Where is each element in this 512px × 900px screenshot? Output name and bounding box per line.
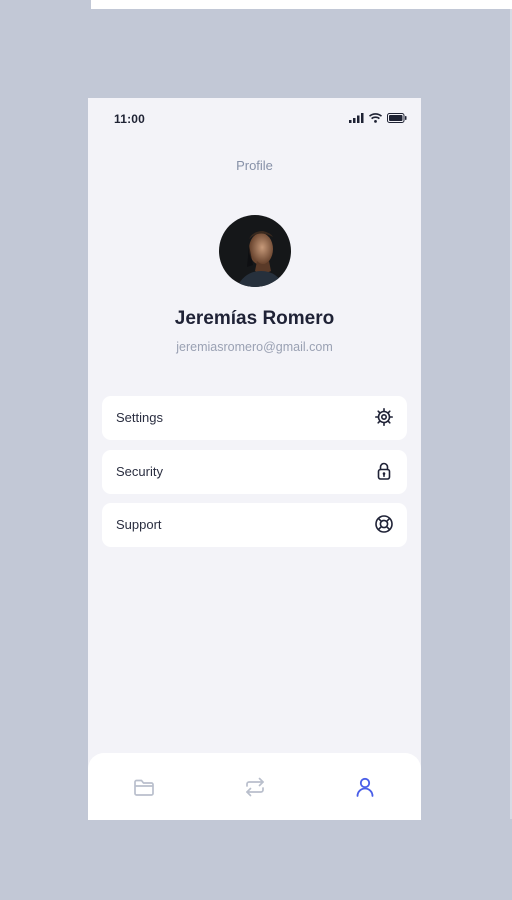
signal-icon xyxy=(349,113,364,123)
lock-icon xyxy=(374,461,394,481)
nav-transfer-button[interactable] xyxy=(243,775,267,799)
menu-item-support[interactable]: Support xyxy=(102,503,407,547)
page-title: Profile xyxy=(236,158,273,173)
user-email: jeremiasromero@gmail.com xyxy=(176,340,333,354)
user-icon xyxy=(353,775,377,799)
menu-item-security[interactable]: Security xyxy=(102,449,407,494)
background-card-top xyxy=(91,0,512,9)
wifi-icon xyxy=(369,113,382,123)
lifebuoy-icon xyxy=(374,514,394,534)
menu-item-label: Support xyxy=(116,517,162,532)
user-name: Jeremías Romero xyxy=(174,308,335,329)
profile-menu: Settings Security Support xyxy=(102,396,407,557)
nav-files-button[interactable] xyxy=(132,775,156,799)
menu-item-label: Security xyxy=(116,463,163,479)
nav-profile-button[interactable] xyxy=(353,775,377,799)
bottom-nav xyxy=(88,753,421,820)
battery-icon xyxy=(387,113,407,123)
menu-item-label: Settings xyxy=(116,410,163,425)
status-bar: 11:00 xyxy=(88,98,421,138)
status-icons xyxy=(349,113,407,123)
status-time: 11:00 xyxy=(114,112,146,126)
transfer-icon xyxy=(243,775,267,799)
menu-item-settings[interactable]: Settings xyxy=(102,396,407,440)
avatar[interactable] xyxy=(219,215,291,287)
gear-icon xyxy=(374,407,394,427)
folder-icon xyxy=(132,775,156,799)
phone-screen: 11:00 Profile Jeremías Romero jeremiasro… xyxy=(88,98,421,820)
